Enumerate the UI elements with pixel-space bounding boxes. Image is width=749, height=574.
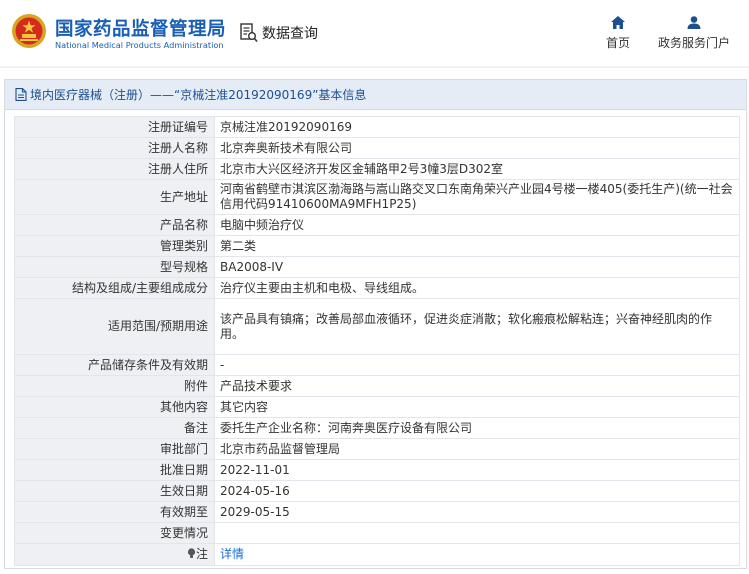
- header-divider: [0, 66, 749, 68]
- site-subtitle: National Medical Products Administration: [55, 40, 224, 50]
- home-icon: [611, 16, 625, 29]
- row-value: 北京市药品监督管理局: [214, 438, 740, 460]
- details-link[interactable]: 详情: [220, 547, 244, 561]
- row-key: 注册人住所: [14, 158, 215, 180]
- row-key: 注册证编号: [14, 116, 215, 138]
- table-row: 生效日期 2024-05-16: [14, 480, 740, 502]
- detail-panel: 境内医疗器械（注册）——“京械注准20192090169”基本信息 注册证编号 …: [4, 79, 747, 569]
- row-value: 详情: [214, 543, 740, 566]
- row-value: 2029-05-15: [214, 501, 740, 523]
- table-row: 附件 产品技术要求: [14, 375, 740, 397]
- row-value: BA2008-IV: [214, 256, 740, 278]
- row-key: 管理类别: [14, 235, 215, 257]
- row-value: 第二类: [214, 235, 740, 257]
- emblem-logo-icon: [12, 14, 46, 48]
- row-key: 产品名称: [14, 214, 215, 236]
- row-value: -: [214, 354, 740, 376]
- row-key: 备注: [14, 417, 215, 439]
- panel-title-bar: 境内医疗器械（注册）——“京械注准20192090169”基本信息: [5, 80, 746, 110]
- nav-home[interactable]: 首页: [602, 16, 634, 51]
- row-key: 产品储存条件及有效期: [14, 354, 215, 376]
- nav-service-label: 政务服务门户: [657, 36, 730, 50]
- row-key: 适用范围/预期用途: [14, 298, 215, 355]
- data-search-link[interactable]: 数据查询: [240, 22, 318, 44]
- row-key: 型号规格: [14, 256, 215, 278]
- row-value: 治疗仪主要由主机和电极、导线组成。: [214, 277, 740, 299]
- site-header: 国家药品监督管理局 National Medical Products Admi…: [0, 0, 749, 66]
- row-key: 生效日期: [14, 480, 215, 502]
- row-value: 京械注准20192090169: [214, 116, 740, 138]
- bulb-icon: [187, 548, 196, 558]
- row-value: 产品技术要求: [214, 375, 740, 397]
- info-table: 注册证编号 京械注准20192090169 注册人名称 北京奔奥新技术有限公司 …: [14, 116, 740, 566]
- row-key: 附件: [14, 375, 215, 397]
- table-row: 产品储存条件及有效期 -: [14, 354, 740, 376]
- row-key: 批准日期: [14, 459, 215, 481]
- row-key: 审批部门: [14, 438, 215, 460]
- row-key-note: 注: [14, 543, 215, 566]
- row-key: 结构及组成/主要组成成分: [14, 277, 215, 299]
- table-row: 结构及组成/主要组成成分 治疗仪主要由主机和电极、导线组成。: [14, 277, 740, 299]
- table-row: 产品名称 电脑中频治疗仪: [14, 214, 740, 236]
- row-value: 河南省鹤壁市淇滨区渤海路与嵩山路交叉口东南角荣兴产业园4号楼一楼405(委托生产…: [214, 179, 740, 215]
- table-row: 管理类别 第二类: [14, 235, 740, 257]
- row-key: 有效期至: [14, 501, 215, 523]
- table-row: 型号规格 BA2008-IV: [14, 256, 740, 278]
- row-value: 其它内容: [214, 396, 740, 418]
- table-row: 其他内容 其它内容: [14, 396, 740, 418]
- table-row: 审批部门 北京市药品监督管理局: [14, 438, 740, 460]
- row-value: 北京市大兴区经济开发区金辅路甲2号3幢3层D302室: [214, 158, 740, 180]
- table-row: 注册人名称 北京奔奥新技术有限公司: [14, 137, 740, 159]
- table-row: 注 详情: [14, 543, 740, 566]
- search-document-icon: [240, 23, 258, 43]
- table-row: 批准日期 2022-11-01: [14, 459, 740, 481]
- table-row: 变更情况: [14, 522, 740, 544]
- table-row: 注册人住所 北京市大兴区经济开发区金辅路甲2号3幢3层D302室: [14, 158, 740, 180]
- row-key: 变更情况: [14, 522, 215, 544]
- row-value: [214, 522, 740, 544]
- row-value: 2024-05-16: [214, 480, 740, 502]
- site-title[interactable]: 国家药品监督管理局: [55, 15, 226, 41]
- row-value: 北京奔奥新技术有限公司: [214, 137, 740, 159]
- row-value: 委托生产企业名称：河南奔奥医疗设备有限公司: [214, 417, 740, 439]
- row-key: 注册人名称: [14, 137, 215, 159]
- nav-home-label: 首页: [605, 36, 630, 50]
- table-row: 生产地址 河南省鹤壁市淇滨区渤海路与嵩山路交叉口东南角荣兴产业园4号楼一楼405…: [14, 179, 740, 215]
- row-value: 电脑中频治疗仪: [214, 214, 740, 236]
- nav-service-portal[interactable]: 政务服务门户: [654, 16, 734, 51]
- row-key: 生产地址: [14, 179, 215, 215]
- row-key: 其他内容: [14, 396, 215, 418]
- table-row: 适用范围/预期用途 该产品具有镇痛；改善局部血液循环，促进炎症消散；软化瘢痕松解…: [14, 298, 740, 355]
- user-icon: [687, 16, 701, 29]
- document-icon: [15, 88, 27, 101]
- row-value: 该产品具有镇痛；改善局部血液循环，促进炎症消散；软化瘢痕松解粘连；兴奋神经肌肉的…: [214, 298, 740, 355]
- table-row: 注册证编号 京械注准20192090169: [14, 116, 740, 138]
- note-label: 注: [195, 547, 208, 561]
- panel-title: 境内医疗器械（注册）——“京械注准20192090169”基本信息: [30, 88, 367, 102]
- row-value: 2022-11-01: [214, 459, 740, 481]
- table-row: 有效期至 2029-05-15: [14, 501, 740, 523]
- table-row: 备注 委托生产企业名称：河南奔奥医疗设备有限公司: [14, 417, 740, 439]
- data-search-label: 数据查询: [262, 26, 318, 42]
